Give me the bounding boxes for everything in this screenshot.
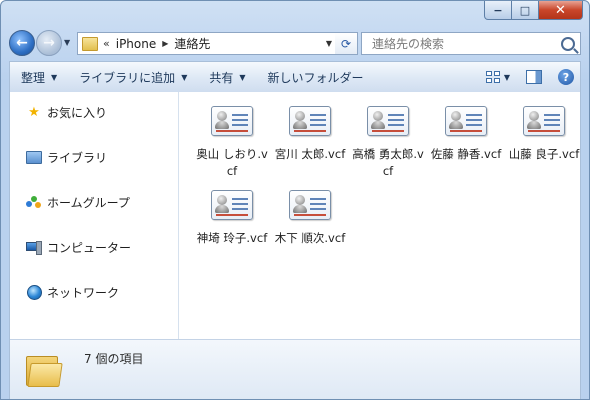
file-name: 高橋 勇太郎.vcf xyxy=(352,147,424,178)
search-icon[interactable] xyxy=(561,36,575,51)
file-list: 奥山 しおり.vcf 宮川 太郎.vcf 高橋 勇太郎.vcf 佐藤 静香.vc… xyxy=(178,92,580,339)
nav-item-label: ライブラリ xyxy=(47,151,108,165)
chevron-down-icon[interactable]: ▼ xyxy=(504,73,510,82)
file-name: 宮川 太郎.vcf xyxy=(274,147,346,161)
new-folder-button[interactable]: 新しいフォルダー xyxy=(257,69,375,86)
item-count: 7 個の項目 xyxy=(84,352,144,366)
add-to-library-label: ライブラリに追加 xyxy=(79,70,176,85)
nav-item-label: お気に入り xyxy=(47,106,108,120)
add-to-library-menu[interactable]: ライブラリに追加 ▼ xyxy=(68,69,198,86)
caption-buttons: − □ ✕ xyxy=(484,1,583,20)
preview-pane-icon[interactable] xyxy=(526,70,542,84)
view-controls: ▼ ? xyxy=(485,69,580,85)
back-button[interactable]: ← xyxy=(9,30,35,56)
share-label: 共有 xyxy=(209,70,234,85)
file-item[interactable]: 神埼 玲子.vcf xyxy=(193,190,271,247)
breadcrumb-contacts[interactable]: 連絡先 xyxy=(174,35,210,52)
chevron-right-icon[interactable]: ▶ xyxy=(162,39,168,48)
refresh-button[interactable]: ⟳ xyxy=(335,32,358,55)
file-name: 神埼 玲子.vcf xyxy=(196,231,268,245)
organize-label: 整理 xyxy=(21,70,46,85)
new-folder-label: 新しいフォルダー xyxy=(267,70,364,85)
contact-card-icon xyxy=(289,106,331,136)
nav-item-label: ネットワーク xyxy=(47,286,120,300)
file-item[interactable]: 宮川 太郎.vcf xyxy=(271,106,349,163)
file-name: 佐藤 静香.vcf xyxy=(430,147,502,161)
contact-card-icon xyxy=(445,106,487,136)
contact-card-icon xyxy=(289,190,331,220)
command-bar: 整理 ▼ ライブラリに追加 ▼ 共有 ▼ 新しいフォルダー ▼ ? xyxy=(9,61,581,92)
nav-item-label: コンピューター xyxy=(47,241,132,255)
nav-item-libraries[interactable]: ライブラリ xyxy=(26,149,107,166)
back-arrow-icon: ← xyxy=(16,35,28,51)
contact-card-icon xyxy=(211,190,253,220)
folder-icon xyxy=(26,352,63,387)
file-item[interactable]: 佐藤 静香.vcf xyxy=(427,106,505,163)
organize-menu[interactable]: 整理 ▼ xyxy=(10,69,68,86)
network-icon xyxy=(26,285,42,300)
contact-card-icon xyxy=(211,106,253,136)
share-menu[interactable]: 共有 ▼ xyxy=(198,69,256,86)
file-name: 奥山 しおり.vcf xyxy=(196,147,268,178)
maximize-button[interactable]: □ xyxy=(512,1,539,20)
minimize-icon: − xyxy=(493,3,503,17)
content-area: ★ お気に入り ライブラリ ホームグループ コンピューター ネットワーク 奥山 … xyxy=(9,92,581,399)
file-item[interactable]: 奥山 しおり.vcf xyxy=(193,106,271,180)
details-pane: 7 個の項目 xyxy=(10,339,580,399)
breadcrumb-overflow[interactable]: « xyxy=(103,37,110,50)
file-name: 山藤 良子.vcf xyxy=(508,147,580,161)
help-icon[interactable]: ? xyxy=(558,69,574,85)
maximize-icon: □ xyxy=(519,3,531,17)
view-options-icon[interactable] xyxy=(485,71,500,83)
contact-card-icon xyxy=(523,106,565,136)
library-icon xyxy=(26,151,42,165)
address-bar[interactable]: « iPhone ▶ 連絡先 ▼ xyxy=(77,32,337,55)
file-item[interactable]: 山藤 良子.vcf xyxy=(505,106,583,163)
star-icon: ★ xyxy=(28,105,40,120)
nav-item-homegroup[interactable]: ホームグループ xyxy=(26,194,130,211)
close-button[interactable]: ✕ xyxy=(539,1,583,20)
contact-card-icon xyxy=(367,106,409,136)
chevron-down-icon: ▼ xyxy=(239,72,246,82)
homegroup-icon xyxy=(26,195,42,210)
nav-item-computer[interactable]: コンピューター xyxy=(26,239,131,256)
navigation-pane: ★ お気に入り ライブラリ ホームグループ コンピューター ネットワーク xyxy=(10,92,179,339)
file-name: 木下 順次.vcf xyxy=(274,231,346,245)
refresh-icon: ⟳ xyxy=(340,36,352,51)
search-box[interactable] xyxy=(361,32,581,55)
computer-icon xyxy=(26,240,42,255)
chevron-down-icon: ▼ xyxy=(181,72,188,82)
nav-item-label: ホームグループ xyxy=(47,196,130,210)
chevron-down-icon: ▼ xyxy=(51,72,58,82)
navigation-bar: ← → ▼ « iPhone ▶ 連絡先 ▼ ⟳ xyxy=(9,28,581,58)
file-item[interactable]: 高橋 勇太郎.vcf xyxy=(349,106,427,180)
minimize-button[interactable]: − xyxy=(484,1,512,20)
explorer-window: − □ ✕ ← → ▼ « iPhone ▶ 連絡先 ▼ ⟳ 整理 ▼ ライブラリ… xyxy=(0,0,590,400)
nav-item-network[interactable]: ネットワーク xyxy=(26,284,119,301)
breadcrumb-iphone[interactable]: iPhone xyxy=(116,37,157,51)
file-item[interactable]: 木下 順次.vcf xyxy=(271,190,349,247)
forward-button[interactable]: → xyxy=(36,30,62,56)
close-icon: ✕ xyxy=(555,2,566,18)
folder-icon xyxy=(82,36,98,51)
forward-arrow-icon: → xyxy=(43,35,55,51)
nav-item-favorites[interactable]: ★ お気に入り xyxy=(26,104,107,121)
search-input[interactable] xyxy=(370,35,554,52)
chevron-down-icon[interactable]: ▼ xyxy=(326,39,332,48)
recent-pages-dropdown[interactable]: ▼ xyxy=(64,38,70,47)
